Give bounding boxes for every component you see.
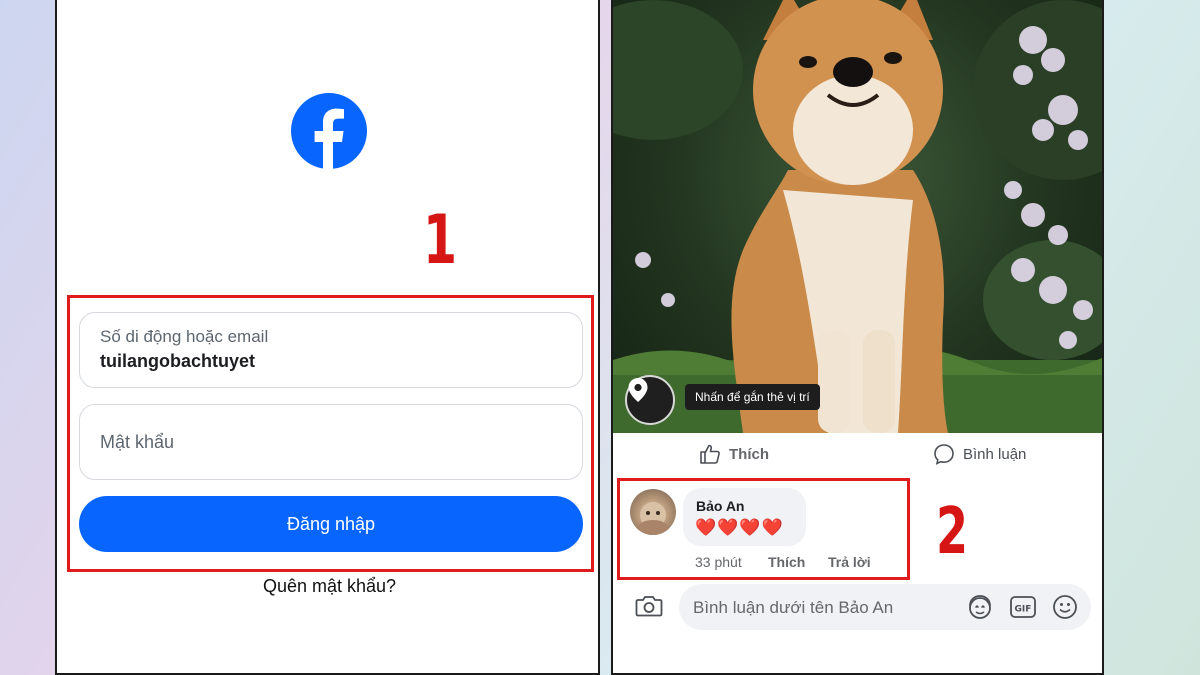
avatar-sticker-icon[interactable] — [966, 594, 994, 620]
comment-composer: Bình luận dưới tên Bảo An GIF — [613, 582, 1102, 632]
email-field-label: Số di động hoặc email — [100, 327, 269, 346]
comment-highlight: Bảo An ❤️❤️❤️❤️ 33 phút Thích Trả lời — [617, 478, 910, 580]
post-photo[interactable]: Nhấn để gắn thẻ vị trí — [613, 0, 1102, 433]
facebook-logo-icon — [291, 93, 367, 170]
commenter-avatar[interactable] — [630, 489, 676, 535]
comment-author[interactable]: Bảo An — [696, 498, 744, 514]
post-actions-bar: Thích Bình luận — [613, 433, 1102, 477]
login-form-highlight: Số di động hoặc email tuilangobachtuyet … — [67, 295, 594, 572]
password-field[interactable]: Mật khẩu — [79, 404, 583, 480]
location-tooltip: Nhấn để gắn thẻ vị trí — [685, 384, 820, 410]
comment-time: 33 phút — [695, 554, 742, 570]
email-field[interactable]: Số di động hoặc email tuilangobachtuyet — [79, 312, 583, 388]
comment-text: ❤️❤️❤️❤️ — [695, 518, 784, 537]
gif-icon[interactable]: GIF — [1009, 594, 1037, 620]
thumbs-up-icon — [700, 444, 720, 464]
step-number-1: 1 — [423, 201, 458, 280]
login-button[interactable]: Đăng nhập — [79, 496, 583, 552]
location-pin-icon — [628, 378, 648, 402]
like-button[interactable]: Thích — [699, 443, 769, 465]
password-field-placeholder: Mật khẩu — [100, 432, 175, 452]
location-button[interactable] — [625, 375, 675, 425]
dog-photo-illustration — [613, 0, 1102, 433]
camera-icon[interactable] — [635, 594, 663, 618]
comment-like-button[interactable]: Thích — [768, 554, 805, 570]
comment-bubble[interactable]: Bảo An ❤️❤️❤️❤️ — [683, 488, 806, 546]
comment-reply-button[interactable]: Trả lời — [828, 554, 871, 570]
login-screen: 1 Số di động hoặc email tuilangobachtuye… — [55, 0, 600, 675]
step-number-2: 2 — [936, 495, 969, 569]
speech-bubble-icon — [934, 444, 954, 465]
comment-input-placeholder: Bình luận dưới tên Bảo An — [693, 598, 894, 617]
post-screen: Nhấn để gắn thẻ vị trí Thích Bình luận B… — [611, 0, 1104, 675]
like-label: Thích — [729, 445, 769, 463]
svg-text:GIF: GIF — [1015, 605, 1032, 615]
forgot-password-link[interactable]: Quên mật khẩu? — [57, 576, 602, 597]
comment-label: Bình luận — [963, 445, 1027, 463]
comment-button[interactable]: Bình luận — [933, 443, 1026, 465]
emoji-icon[interactable] — [1051, 594, 1079, 620]
avatar-photo-icon — [637, 502, 669, 535]
comment-input[interactable]: Bình luận dưới tên Bảo An GIF — [679, 584, 1091, 630]
email-field-value[interactable]: tuilangobachtuyet — [100, 351, 255, 372]
